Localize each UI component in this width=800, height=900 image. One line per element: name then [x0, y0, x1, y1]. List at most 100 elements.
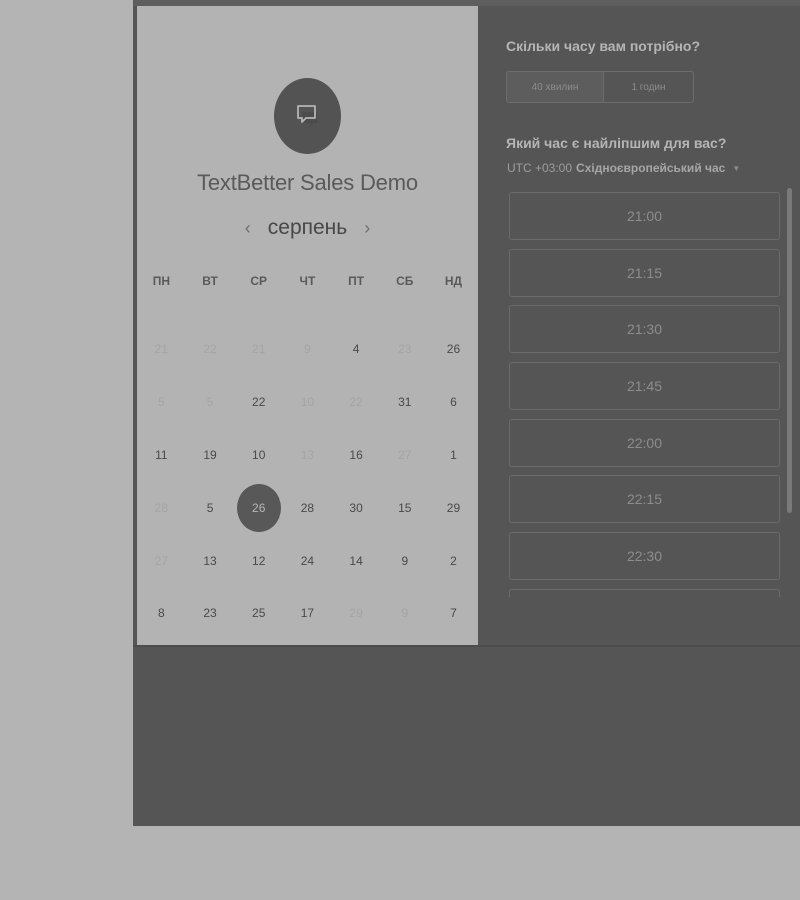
calendar-day-label: 31: [398, 395, 412, 410]
calendar-panel: TextBetter Sales Demo ‹ серпень › ПН ВТ СР…: [137, 6, 478, 645]
calendar-day-label: 10: [300, 395, 315, 410]
calendar-day[interactable]: 26: [429, 323, 478, 376]
calendar-day[interactable]: 2: [429, 534, 478, 587]
calendar-day: 5: [186, 376, 235, 429]
calendar-day-label: 14: [349, 553, 363, 568]
weekday-label: НД: [444, 274, 463, 288]
calendar-day-label: 11: [155, 447, 168, 462]
time-slot-button[interactable]: 21:30: [509, 305, 780, 354]
calendar-day[interactable]: 15: [380, 481, 429, 534]
duration-option-40min[interactable]: 40 хвилин: [507, 72, 604, 102]
time-slot-button[interactable]: [509, 588, 780, 597]
calendar-day-label: 8: [158, 606, 165, 621]
time-slot-button[interactable]: 22:00: [509, 418, 780, 467]
calendar-day-label: 30: [349, 500, 363, 515]
weekday-header: ПН ВТ СР ЧТ ПТ СБ НД: [137, 274, 478, 288]
calendar-day[interactable]: 17: [283, 587, 332, 640]
calendar-day[interactable]: 10: [234, 429, 283, 482]
calendar-day-label: 22: [349, 395, 363, 410]
calendar-day-label: 5: [158, 395, 165, 410]
calendar-day[interactable]: 7: [429, 587, 478, 640]
calendar-day[interactable]: 1: [429, 429, 478, 482]
calendar-day[interactable]: 24: [283, 534, 332, 587]
calendar-day-label: 9: [401, 553, 409, 568]
calendar-day-label: 13: [203, 553, 217, 568]
time-slot-button[interactable]: 22:15: [509, 475, 780, 524]
time-question: Який час є найліпшим для вас?: [506, 135, 727, 151]
calendar-day-label: 21: [252, 342, 266, 357]
calendar-day[interactable]: 12: [234, 534, 283, 587]
chevron-right-icon[interactable]: ›: [359, 218, 375, 239]
calendar-day-label: 28: [300, 500, 315, 515]
calendar-day-selected[interactable]: 26: [234, 481, 283, 534]
calendar-day[interactable]: 19: [186, 429, 235, 482]
calendar-day-label: 27: [154, 553, 169, 568]
calendar-day[interactable]: 16: [332, 429, 381, 482]
calendar-day-label: 13: [300, 447, 315, 462]
time-slot-button[interactable]: 22:30: [509, 532, 780, 581]
timezone-selector[interactable]: UTC +03:00 Східноєвропейський час ▼: [507, 161, 740, 175]
calendar-day: 23: [380, 323, 429, 376]
calendar-day-label: 26: [236, 483, 281, 532]
weekday-label: ПН: [152, 274, 170, 288]
calendar-day-label: 24: [300, 553, 315, 568]
calendar-day: 29: [332, 587, 381, 640]
duration-option-1hour[interactable]: 1 годин: [604, 72, 693, 102]
calendar-day[interactable]: 11: [137, 429, 186, 482]
calendar-day-label: 5: [206, 395, 214, 410]
calendar-day[interactable]: 4: [332, 323, 381, 376]
calendar-day-label: 15: [398, 500, 412, 515]
calendar-day[interactable]: 30: [332, 481, 381, 534]
calendar-day-label: 17: [300, 606, 315, 621]
chevron-left-icon[interactable]: ‹: [240, 218, 256, 239]
calendar-day-label: 23: [398, 342, 412, 357]
calendar-day-label: 23: [203, 606, 217, 621]
weekday-label: ЧТ: [299, 274, 316, 288]
calendar-day[interactable]: 28: [283, 481, 332, 534]
calendar-day-label: 16: [349, 447, 363, 462]
calendar-day-label: 2: [450, 553, 457, 568]
weekday-label: СБ: [396, 274, 414, 288]
timezone-name: Східноєвропейський час: [576, 161, 726, 175]
calendar-day[interactable]: 31: [380, 376, 429, 429]
calendar-day: 10: [283, 376, 332, 429]
weekday-label: СР: [250, 274, 268, 288]
calendar-day-label: 1: [450, 447, 457, 462]
calendar-day-label: 5: [206, 500, 214, 515]
calendar-day-label: 27: [398, 447, 412, 462]
calendar-day-label: 12: [252, 553, 266, 568]
time-slot-button[interactable]: 21:45: [509, 362, 780, 411]
month-label: серпень: [267, 216, 348, 239]
calendar-day[interactable]: 14: [332, 534, 381, 587]
calendar-days: 21 22 21 9 4 23 26 5 5 22 10 22 31 6 11 19 10 13 16 27 1 28 5 2…: [137, 323, 478, 640]
month-navigation: ‹ серпень ›: [137, 213, 478, 243]
calendar-day-label: 22: [252, 395, 266, 410]
calendar-day[interactable]: 22: [234, 376, 283, 429]
calendar-day-label: 19: [203, 447, 217, 462]
calendar-day: 9: [283, 323, 332, 376]
calendar-day[interactable]: 29: [429, 481, 478, 534]
calendar-day-label: 9: [304, 342, 311, 357]
calendar-day: 27: [380, 429, 429, 482]
slot-scrollbar[interactable]: [787, 188, 792, 513]
calendar-day-label: 28: [154, 500, 169, 515]
calendar-day[interactable]: 5: [186, 481, 235, 534]
caret-down-icon: ▼: [732, 163, 741, 173]
time-slot-list[interactable]: 21:00 21:15 21:30 21:45 22:00 22:15 22:30: [509, 192, 780, 597]
calendar-day[interactable]: 9: [380, 534, 429, 587]
time-slot-button[interactable]: 21:00: [509, 192, 780, 240]
calendar-day: 21: [234, 323, 283, 376]
calendar-day[interactable]: 25: [234, 587, 283, 640]
calendar-day[interactable]: 8: [137, 587, 186, 640]
calendar-day-label: 29: [446, 500, 461, 515]
time-slot-button[interactable]: 21:15: [509, 248, 780, 297]
weekday-label: ПТ: [348, 274, 365, 288]
event-title: TextBetter Sales Demo: [197, 170, 418, 195]
calendar-day[interactable]: 6: [429, 376, 478, 429]
calendar-day: 9: [380, 587, 429, 640]
calendar-day: 21: [137, 323, 186, 376]
calendar-day: 28: [137, 481, 186, 534]
calendar-day[interactable]: 23: [186, 587, 235, 640]
calendar-day[interactable]: 13: [186, 534, 235, 587]
bottom-divider: [133, 645, 800, 647]
